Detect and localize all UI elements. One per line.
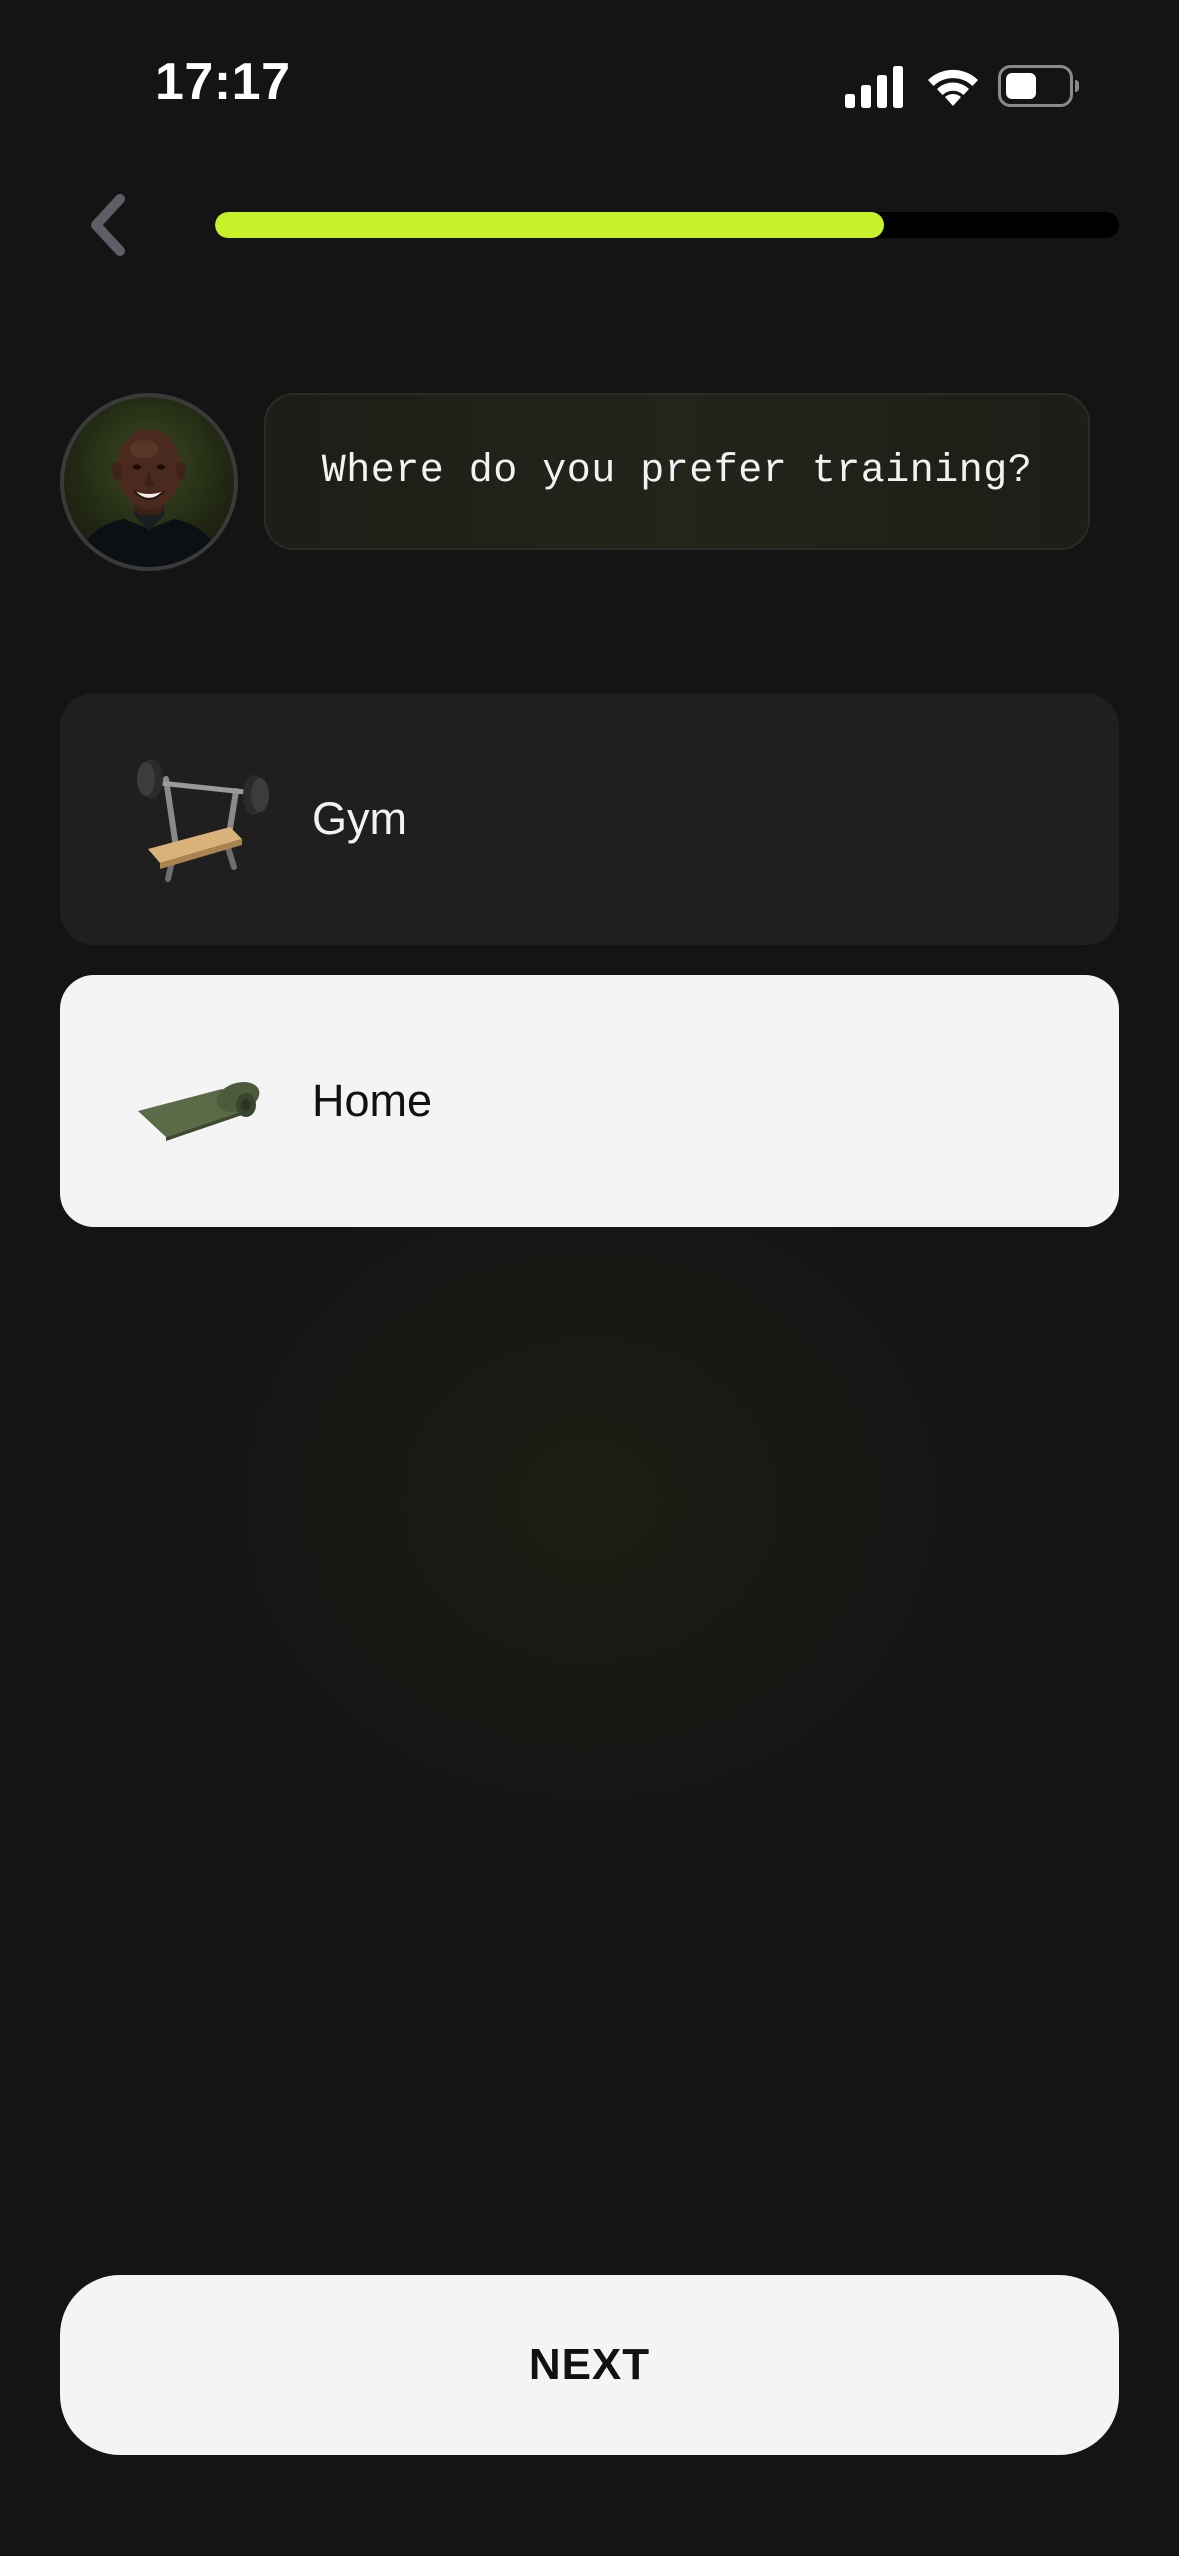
coach-portrait (74, 429, 224, 567)
option-home[interactable]: Home (60, 975, 1119, 1227)
chevron-left-icon (91, 194, 125, 256)
yoga-mat-icon (138, 1082, 260, 1141)
bench-press-icon (137, 759, 269, 882)
option-home-label: Home (312, 1075, 433, 1126)
status-time: 17:17 (155, 53, 291, 111)
cellular-signal-icon (845, 66, 903, 108)
onboarding-screen: 17:17 Where do you prefer training? Gym … (0, 0, 1179, 2556)
option-gym[interactable]: Gym (60, 693, 1119, 945)
battery-icon (998, 65, 1079, 107)
progress-bar-fill (215, 212, 884, 238)
question-text: Where do you prefer training? (321, 449, 1033, 494)
progress-bar (215, 212, 1119, 238)
coach-avatar (60, 393, 238, 571)
wifi-icon (928, 69, 978, 106)
back-button[interactable] (80, 190, 136, 260)
question-bubble: Where do you prefer training? (264, 393, 1090, 550)
status-bar: 17:17 (0, 0, 1179, 170)
next-button[interactable]: NEXT (60, 2275, 1119, 2455)
option-gym-label: Gym (312, 793, 407, 844)
